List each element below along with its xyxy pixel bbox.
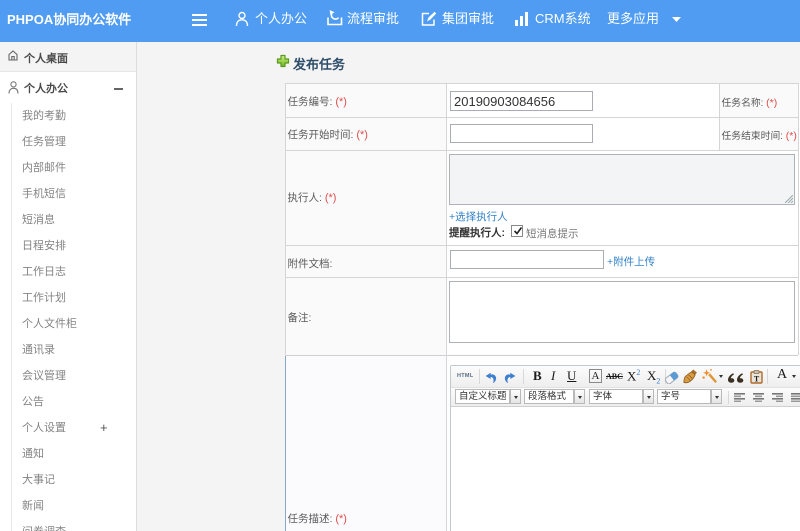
- svg-text:T: T: [754, 375, 760, 384]
